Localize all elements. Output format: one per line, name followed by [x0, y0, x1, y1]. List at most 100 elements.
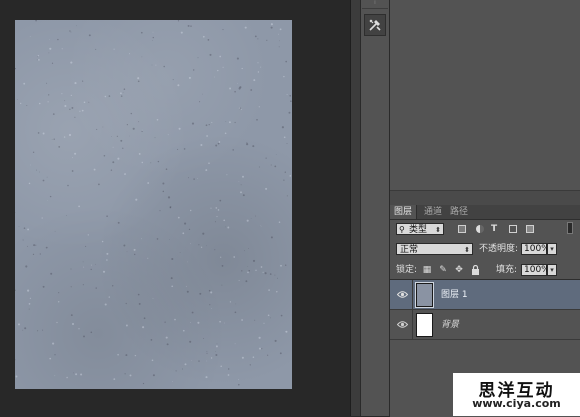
texture-speck — [206, 361, 207, 362]
lock-position-icon[interactable]: ✥ — [454, 265, 464, 275]
divider — [412, 280, 413, 310]
tools-icon — [368, 18, 382, 32]
layer-thumbnail[interactable] — [416, 313, 433, 337]
tab-channels[interactable]: 通道 — [420, 205, 446, 219]
text-filter-icon[interactable]: T — [491, 225, 499, 233]
texture-speck — [193, 178, 194, 179]
opacity-field[interactable]: 100% — [521, 243, 547, 255]
texture-speck — [252, 145, 254, 147]
tool-presets-button[interactable] — [364, 14, 386, 36]
texture-speck — [225, 133, 227, 135]
texture-speck — [66, 215, 67, 216]
texture-speck — [69, 109, 70, 110]
tab-paths[interactable]: 路径 — [446, 205, 472, 219]
grip-icon[interactable]: ⁞ — [372, 0, 378, 6]
texture-speck — [167, 343, 169, 345]
texture-speck — [134, 249, 136, 251]
texture-speck — [234, 91, 236, 93]
layer-row-background[interactable]: 背景 — [390, 310, 580, 340]
texture-speck — [38, 132, 40, 134]
lock-image-pixels-icon[interactable]: ✎ — [438, 265, 448, 275]
texture-speck — [174, 319, 176, 321]
opacity-slider-button[interactable]: ▾ — [547, 243, 557, 255]
texture-speck — [48, 101, 49, 102]
texture-speck — [275, 340, 277, 342]
texture-speck — [88, 102, 89, 103]
layer-filter-dropdown[interactable]: ⚲ 类型 ⬍ — [396, 223, 444, 235]
texture-speck — [157, 238, 159, 240]
texture-speck — [24, 227, 26, 229]
document-canvas[interactable] — [15, 20, 292, 389]
lock-transparent-pixels-icon[interactable]: ▦ — [422, 265, 432, 275]
texture-speck — [150, 162, 151, 163]
texture-speck — [215, 351, 216, 352]
eye-icon[interactable] — [397, 290, 408, 299]
lock-icon — [471, 265, 480, 275]
texture-speck — [239, 87, 241, 89]
search-icon: ⚲ — [399, 224, 405, 236]
texture-speck — [147, 182, 149, 184]
texture-speck — [244, 250, 245, 251]
texture-speck — [241, 319, 243, 321]
shape-filter-icon[interactable] — [509, 225, 517, 233]
texture-speck — [253, 260, 255, 262]
texture-speck — [278, 34, 279, 35]
texture-speck — [290, 100, 292, 102]
smart-object-filter-icon[interactable] — [526, 225, 534, 233]
texture-speck — [56, 322, 57, 323]
layer-name[interactable]: 背景 — [441, 320, 459, 330]
eye-icon[interactable] — [397, 320, 408, 329]
texture-speck — [40, 253, 41, 254]
texture-speck — [280, 265, 282, 267]
texture-speck — [105, 96, 107, 98]
texture-speck — [190, 322, 191, 323]
texture-speck — [57, 39, 58, 40]
blend-mode-dropdown[interactable]: 正常 ⬍ — [396, 243, 473, 255]
tab-layers[interactable]: 图层 — [390, 205, 417, 219]
texture-speck — [200, 144, 202, 146]
texture-speck — [197, 178, 198, 179]
filter-toggle[interactable] — [567, 222, 573, 234]
texture-speck — [124, 88, 126, 90]
texture-speck — [287, 195, 288, 196]
texture-speck — [49, 53, 50, 54]
texture-speck — [228, 368, 229, 369]
texture-speck — [105, 303, 107, 305]
texture-speck — [66, 377, 68, 379]
fill-field[interactable]: 100% — [521, 264, 547, 276]
texture-speck — [134, 254, 135, 255]
texture-speck — [69, 134, 71, 136]
texture-speck — [260, 67, 261, 68]
texture-speck — [163, 191, 165, 193]
texture-speck — [69, 30, 70, 31]
texture-speck — [235, 343, 236, 344]
texture-speck — [91, 265, 92, 266]
texture-speck — [258, 71, 259, 72]
image-filter-icon[interactable] — [458, 225, 466, 233]
layer-thumbnail[interactable] — [416, 283, 433, 307]
texture-speck — [277, 278, 278, 279]
texture-speck — [47, 177, 48, 178]
texture-speck — [281, 315, 283, 317]
lock-all-icon[interactable] — [470, 265, 480, 275]
layer-name[interactable]: 图层 1 — [441, 290, 468, 300]
texture-speck — [188, 25, 190, 27]
texture-speck — [209, 290, 211, 292]
texture-speck — [274, 275, 275, 276]
layer-row-1[interactable]: 图层 1 — [390, 280, 580, 310]
texture-speck — [17, 99, 18, 100]
texture-speck — [111, 136, 112, 137]
texture-speck — [91, 332, 93, 334]
texture-speck — [184, 148, 186, 150]
texture-speck — [263, 272, 264, 273]
texture-speck — [71, 269, 72, 270]
texture-speck — [15, 359, 16, 360]
texture-speck — [187, 262, 188, 263]
texture-speck — [71, 286, 72, 287]
texture-speck — [190, 243, 191, 244]
adjustment-filter-icon[interactable] — [476, 225, 484, 233]
texture-speck — [220, 257, 221, 258]
texture-speck — [67, 185, 69, 187]
fill-slider-button[interactable]: ▾ — [547, 264, 557, 276]
texture-speck — [285, 61, 287, 63]
